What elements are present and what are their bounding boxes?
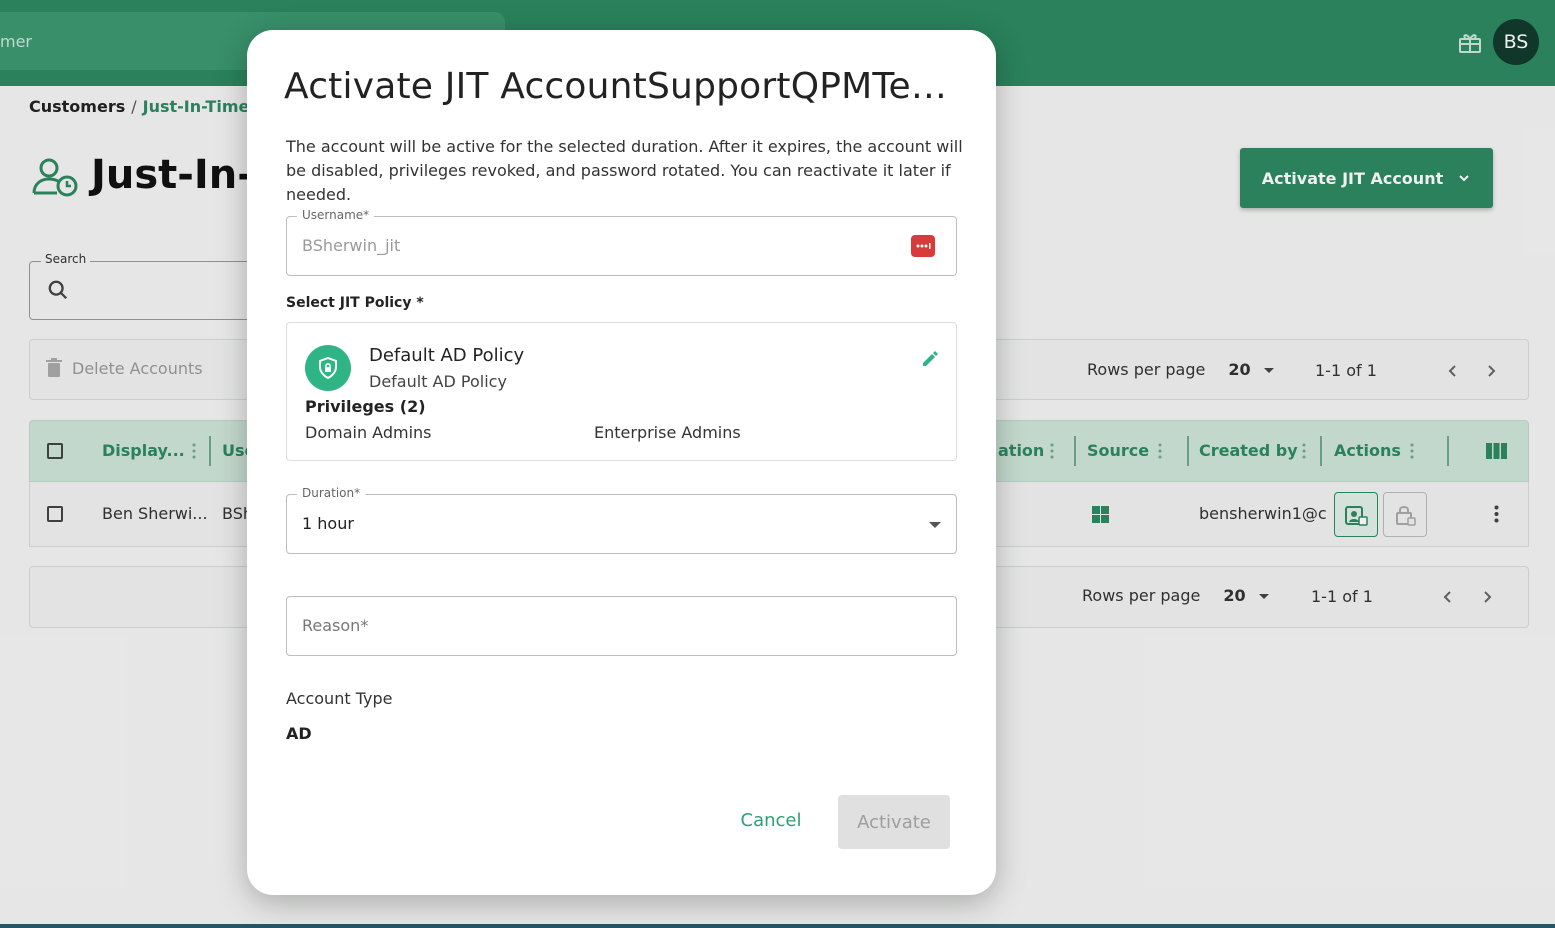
select-policy-label: Select JIT Policy *: [286, 295, 424, 311]
username-field[interactable]: Username* BSherwin_jit: [286, 208, 957, 276]
reason-placeholder: Reason*: [302, 616, 369, 635]
privilege-item: Domain Admins: [305, 423, 432, 442]
dialog-title: Activate JIT AccountSupportQPMTest...: [284, 66, 954, 107]
activate-jit-dialog: Activate JIT AccountSupportQPMTest... Th…: [247, 30, 996, 895]
duration-label: Duration*: [297, 486, 366, 500]
account-type-value: AD: [286, 724, 312, 743]
duration-value: 1 hour: [302, 514, 354, 533]
account-type-label: Account Type: [286, 689, 393, 708]
username-value: BSherwin_jit: [302, 236, 401, 255]
privilege-item: Enterprise Admins: [594, 423, 741, 442]
activate-button[interactable]: Activate: [838, 795, 950, 849]
policy-card[interactable]: Default AD Policy Default AD Policy Priv…: [286, 322, 957, 461]
edit-icon[interactable]: [920, 349, 940, 369]
policy-name: Default AD Policy: [369, 345, 525, 366]
policy-subtitle: Default AD Policy: [369, 372, 507, 391]
cancel-button[interactable]: Cancel: [721, 795, 821, 845]
shield-lock-icon: [305, 345, 351, 391]
username-label: Username*: [297, 208, 375, 222]
privileges-heading: Privileges (2): [305, 397, 426, 416]
reason-field[interactable]: Reason*: [286, 596, 957, 656]
dialog-description: The account will be active for the selec…: [286, 137, 963, 204]
caret-down-icon: [929, 522, 941, 528]
password-manager-icon[interactable]: [911, 235, 935, 257]
duration-select[interactable]: Duration* 1 hour: [286, 486, 957, 554]
